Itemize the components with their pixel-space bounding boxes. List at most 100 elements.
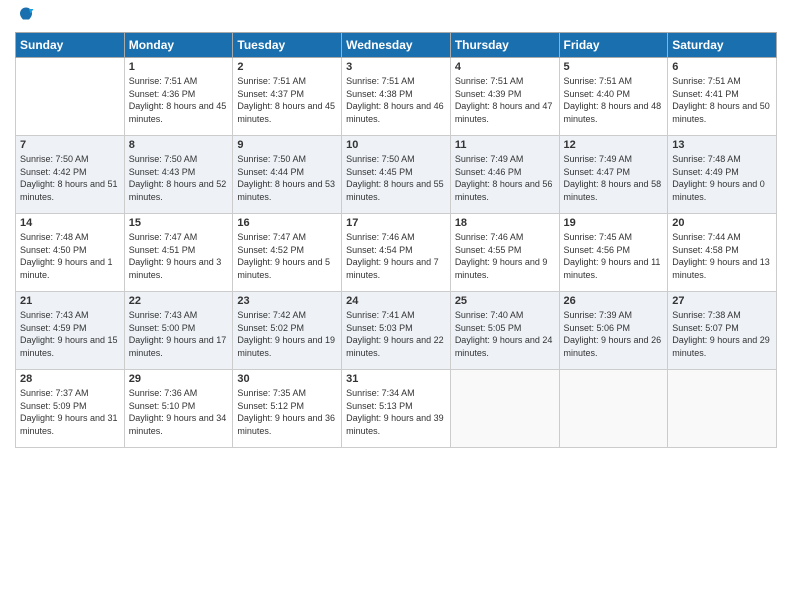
week-row-2: 14 Sunrise: 7:48 AMSunset: 4:50 PMDayligh… <box>16 214 777 292</box>
day-number: 21 <box>20 295 120 307</box>
calendar-cell: 20 Sunrise: 7:44 AMSunset: 4:58 PMDayligh… <box>668 214 777 292</box>
day-number: 13 <box>672 139 772 151</box>
day-info: Sunrise: 7:48 AMSunset: 4:50 PMDaylight:… <box>20 232 113 280</box>
day-number: 26 <box>564 295 664 307</box>
calendar-cell: 16 Sunrise: 7:47 AMSunset: 4:52 PMDayligh… <box>233 214 342 292</box>
day-number: 12 <box>564 139 664 151</box>
day-info: Sunrise: 7:51 AMSunset: 4:41 PMDaylight:… <box>672 76 770 124</box>
day-number: 22 <box>129 295 229 307</box>
day-number: 20 <box>672 217 772 229</box>
week-row-4: 28 Sunrise: 7:37 AMSunset: 5:09 PMDayligh… <box>16 370 777 448</box>
day-info: Sunrise: 7:50 AMSunset: 4:45 PMDaylight:… <box>346 154 444 202</box>
header-friday: Friday <box>559 33 668 58</box>
day-info: Sunrise: 7:48 AMSunset: 4:49 PMDaylight:… <box>672 154 765 202</box>
week-row-0: 1 Sunrise: 7:51 AMSunset: 4:36 PMDaylight… <box>16 58 777 136</box>
day-info: Sunrise: 7:47 AMSunset: 4:51 PMDaylight:… <box>129 232 222 280</box>
day-info: Sunrise: 7:43 AMSunset: 4:59 PMDaylight:… <box>20 310 118 358</box>
calendar-cell: 9 Sunrise: 7:50 AMSunset: 4:44 PMDaylight… <box>233 136 342 214</box>
calendar-cell: 8 Sunrise: 7:50 AMSunset: 4:43 PMDaylight… <box>124 136 233 214</box>
calendar-cell <box>16 58 125 136</box>
day-number: 27 <box>672 295 772 307</box>
day-info: Sunrise: 7:49 AMSunset: 4:47 PMDaylight:… <box>564 154 662 202</box>
calendar-cell: 25Sunrise: 7:40 AMSunset: 5:05 PMDayligh… <box>450 292 559 370</box>
calendar-cell: 17 Sunrise: 7:46 AMSunset: 4:54 PMDayligh… <box>342 214 451 292</box>
calendar-cell: 3 Sunrise: 7:51 AMSunset: 4:38 PMDaylight… <box>342 58 451 136</box>
calendar-cell: 2Sunrise: 7:51 AMSunset: 4:37 PMDaylight… <box>233 58 342 136</box>
calendar-cell: 24 Sunrise: 7:41 AMSunset: 5:03 PMDayligh… <box>342 292 451 370</box>
day-info: Sunrise: 7:42 AMSunset: 5:02 PMDaylight:… <box>237 310 335 358</box>
day-info: Sunrise: 7:50 AMSunset: 4:42 PMDaylight:… <box>20 154 118 202</box>
day-number: 16 <box>237 217 337 229</box>
day-number: 28 <box>20 373 120 385</box>
day-info: Sunrise: 7:36 AMSunset: 5:10 PMDaylight:… <box>129 388 227 436</box>
day-info: Sunrise: 7:35 AMSunset: 5:12 PMDaylight:… <box>237 388 335 436</box>
calendar-cell: 28 Sunrise: 7:37 AMSunset: 5:09 PMDayligh… <box>16 370 125 448</box>
calendar-cell: 18 Sunrise: 7:46 AMSunset: 4:55 PMDayligh… <box>450 214 559 292</box>
day-number: 24 <box>346 295 446 307</box>
calendar-cell: 11 Sunrise: 7:49 AMSunset: 4:46 PMDayligh… <box>450 136 559 214</box>
header-saturday: Saturday <box>668 33 777 58</box>
day-number: 18 <box>455 217 555 229</box>
day-number: 23 <box>237 295 337 307</box>
day-info: Sunrise: 7:34 AMSunset: 5:13 PMDaylight:… <box>346 388 444 436</box>
day-number: 15 <box>129 217 229 229</box>
calendar-cell: 6 Sunrise: 7:51 AMSunset: 4:41 PMDaylight… <box>668 58 777 136</box>
calendar-cell: 23 Sunrise: 7:42 AMSunset: 5:02 PMDayligh… <box>233 292 342 370</box>
header-thursday: Thursday <box>450 33 559 58</box>
header-sunday: Sunday <box>16 33 125 58</box>
day-info: Sunrise: 7:51 AMSunset: 4:37 PMDaylight:… <box>237 76 335 124</box>
day-info: Sunrise: 7:46 AMSunset: 4:55 PMDaylight:… <box>455 232 548 280</box>
day-info: Sunrise: 7:51 AMSunset: 4:36 PMDaylight:… <box>129 76 227 124</box>
day-info: Sunrise: 7:50 AMSunset: 4:44 PMDaylight:… <box>237 154 335 202</box>
day-number: 4 <box>455 61 555 73</box>
day-info: Sunrise: 7:37 AMSunset: 5:09 PMDaylight:… <box>20 388 118 436</box>
calendar-cell <box>559 370 668 448</box>
day-number: 31 <box>346 373 446 385</box>
calendar-cell: 21 Sunrise: 7:43 AMSunset: 4:59 PMDayligh… <box>16 292 125 370</box>
day-number: 3 <box>346 61 446 73</box>
calendar-cell: 26 Sunrise: 7:39 AMSunset: 5:06 PMDayligh… <box>559 292 668 370</box>
day-number: 7 <box>20 139 120 151</box>
day-number: 11 <box>455 139 555 151</box>
calendar-cell: 13 Sunrise: 7:48 AMSunset: 4:49 PMDayligh… <box>668 136 777 214</box>
day-number: 5 <box>564 61 664 73</box>
calendar-cell: 7 Sunrise: 7:50 AMSunset: 4:42 PMDaylight… <box>16 136 125 214</box>
day-info: Sunrise: 7:41 AMSunset: 5:03 PMDaylight:… <box>346 310 444 358</box>
day-info: Sunrise: 7:46 AMSunset: 4:54 PMDaylight:… <box>346 232 439 280</box>
calendar-cell <box>450 370 559 448</box>
page: SundayMondayTuesdayWednesdayThursdayFrid… <box>0 0 792 612</box>
day-number: 25 <box>455 295 555 307</box>
day-number: 19 <box>564 217 664 229</box>
day-info: Sunrise: 7:51 AMSunset: 4:40 PMDaylight:… <box>564 76 662 124</box>
calendar-cell: 10 Sunrise: 7:50 AMSunset: 4:45 PMDayligh… <box>342 136 451 214</box>
day-info: Sunrise: 7:44 AMSunset: 4:58 PMDaylight:… <box>672 232 770 280</box>
calendar-cell: 31 Sunrise: 7:34 AMSunset: 5:13 PMDayligh… <box>342 370 451 448</box>
calendar-cell: 5 Sunrise: 7:51 AMSunset: 4:40 PMDaylight… <box>559 58 668 136</box>
day-info: Sunrise: 7:43 AMSunset: 5:00 PMDaylight:… <box>129 310 227 358</box>
day-info: Sunrise: 7:51 AMSunset: 4:38 PMDaylight:… <box>346 76 444 124</box>
week-row-3: 21 Sunrise: 7:43 AMSunset: 4:59 PMDayligh… <box>16 292 777 370</box>
day-info: Sunrise: 7:38 AMSunset: 5:07 PMDaylight:… <box>672 310 770 358</box>
day-number: 8 <box>129 139 229 151</box>
day-number: 17 <box>346 217 446 229</box>
day-number: 6 <box>672 61 772 73</box>
calendar-cell: 1 Sunrise: 7:51 AMSunset: 4:36 PMDaylight… <box>124 58 233 136</box>
calendar-cell: 19Sunrise: 7:45 AMSunset: 4:56 PMDayligh… <box>559 214 668 292</box>
calendar-table: SundayMondayTuesdayWednesdayThursdayFrid… <box>15 32 777 448</box>
header-monday: Monday <box>124 33 233 58</box>
header-tuesday: Tuesday <box>233 33 342 58</box>
day-info: Sunrise: 7:49 AMSunset: 4:46 PMDaylight:… <box>455 154 553 202</box>
calendar-cell: 22 Sunrise: 7:43 AMSunset: 5:00 PMDayligh… <box>124 292 233 370</box>
day-number: 30 <box>237 373 337 385</box>
calendar-cell <box>668 370 777 448</box>
week-row-1: 7 Sunrise: 7:50 AMSunset: 4:42 PMDaylight… <box>16 136 777 214</box>
day-info: Sunrise: 7:50 AMSunset: 4:43 PMDaylight:… <box>129 154 227 202</box>
day-info: Sunrise: 7:47 AMSunset: 4:52 PMDaylight:… <box>237 232 330 280</box>
day-number: 1 <box>129 61 229 73</box>
calendar-cell: 12 Sunrise: 7:49 AMSunset: 4:47 PMDayligh… <box>559 136 668 214</box>
day-number: 9 <box>237 139 337 151</box>
day-info: Sunrise: 7:39 AMSunset: 5:06 PMDaylight:… <box>564 310 662 358</box>
day-number: 10 <box>346 139 446 151</box>
header-row: SundayMondayTuesdayWednesdayThursdayFrid… <box>16 33 777 58</box>
day-number: 14 <box>20 217 120 229</box>
